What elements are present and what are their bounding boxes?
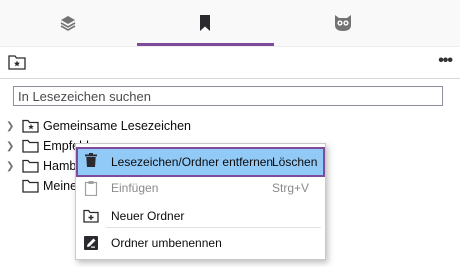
menu-item-paste[interactable]: Einfügen Strg+V — [76, 175, 325, 201]
menu-item-label: Ordner umbenennen — [111, 236, 222, 250]
expand-chevron-icon[interactable]: ❯ — [6, 161, 14, 172]
layers-icon — [60, 16, 75, 31]
owl-icon — [334, 15, 351, 31]
expand-chevron-icon[interactable]: ❯ — [6, 141, 14, 152]
menu-item-label: Lesezeichen/Ordner entfernen — [111, 155, 274, 169]
new-folder-icon — [83, 209, 99, 223]
menu-item-shortcut: Strg+V — [272, 181, 310, 195]
sidebar-tabbar — [0, 0, 460, 47]
folder-icon — [22, 179, 39, 193]
trash-icon — [85, 153, 97, 167]
menu-item-label: Neuer Ordner — [111, 209, 185, 223]
bookmarks-toolbar: ••• — [0, 46, 460, 79]
tab-layers[interactable] — [0, 0, 135, 46]
menu-item-new-folder[interactable]: Neuer Ordner — [76, 203, 325, 229]
tab-owl[interactable] — [275, 0, 410, 46]
search-input[interactable] — [13, 86, 443, 106]
tree-item-label: Meine — [43, 179, 78, 193]
paste-icon — [84, 181, 98, 196]
tab-bookmarks[interactable] — [137, 0, 272, 46]
folder-icon — [22, 139, 39, 153]
menu-item-label: Einfügen — [111, 181, 159, 195]
menu-item-shortcut: Löschen — [272, 155, 318, 169]
bookmark-folder-icon[interactable] — [8, 54, 26, 70]
context-menu: Lesezeichen/Ordner entfernen Löschen Ein… — [75, 143, 326, 260]
rename-icon — [84, 236, 98, 250]
expand-chevron-icon[interactable]: ❯ — [6, 121, 14, 132]
menu-item-rename-folder[interactable]: Ordner umbenennen — [76, 230, 325, 256]
tree-item-label: Gemeinsame Lesezeichen — [43, 119, 191, 133]
folder-icon — [22, 159, 39, 173]
menu-item-remove-bookmark[interactable]: Lesezeichen/Ordner entfernen Löschen — [76, 147, 325, 177]
bookmark-icon — [199, 15, 210, 31]
more-options-button[interactable]: ••• — [438, 52, 453, 70]
folder-star-icon — [22, 119, 39, 133]
